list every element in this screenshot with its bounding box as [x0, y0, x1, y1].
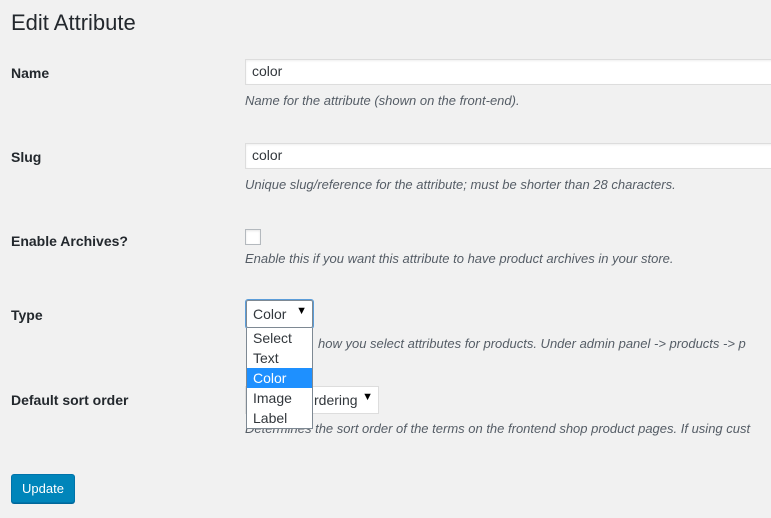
archives-checkbox[interactable]	[245, 229, 261, 245]
name-input[interactable]: color	[245, 59, 771, 85]
update-button[interactable]: Update	[11, 474, 75, 503]
type-label: Type	[11, 307, 43, 323]
name-description: Name for the attribute (shown on the fro…	[245, 93, 520, 108]
type-select-value: Color	[253, 306, 287, 322]
sort-label: Default sort order	[11, 392, 129, 408]
type-option-select[interactable]: Select	[247, 328, 312, 348]
chevron-down-icon: ▼	[296, 305, 307, 317]
type-option-text[interactable]: Text	[247, 348, 312, 368]
sort-select-value: rdering	[314, 392, 358, 408]
type-option-image[interactable]: Image	[247, 388, 312, 408]
sort-description: Determines the sort order of the terms o…	[245, 421, 751, 436]
slug-input[interactable]: color	[245, 143, 771, 169]
chevron-down-icon: ▼	[362, 391, 373, 403]
type-option-color[interactable]: Color	[247, 368, 312, 388]
archives-label: Enable Archives?	[11, 233, 128, 249]
slug-description: Unique slug/reference for the attribute;…	[245, 177, 676, 192]
slug-label: Slug	[11, 149, 42, 165]
archives-description: Enable this if you want this attribute t…	[245, 251, 674, 266]
type-option-label[interactable]: Label	[247, 408, 312, 428]
type-description: how you select attributes for products. …	[318, 336, 746, 351]
type-dropdown-list[interactable]: Select Text Color Image Label	[246, 328, 313, 429]
name-label: Name	[11, 65, 50, 81]
page-title: Edit Attribute	[11, 10, 136, 35]
type-select[interactable]: Color ▼	[245, 299, 314, 329]
